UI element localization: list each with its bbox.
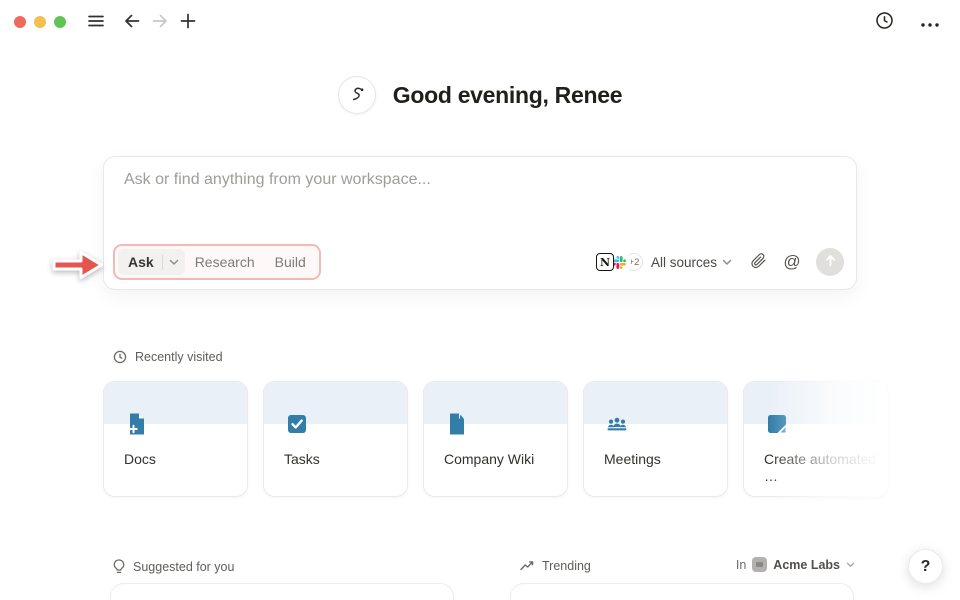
clock-icon <box>875 11 894 33</box>
trending-card[interactable] <box>510 583 854 600</box>
card-tasks[interactable]: Tasks <box>263 381 408 497</box>
card-create-automated[interactable]: Create automated … <box>743 381 888 497</box>
paperclip-icon <box>750 252 767 272</box>
notion-home-window: Good evening, Renee Ask Research Build <box>0 0 960 600</box>
workspace-scope-selector[interactable]: In Acme Labs <box>736 557 855 572</box>
plus-icon <box>178 11 198 34</box>
meeting-people-icon <box>604 411 630 437</box>
more-options-button[interactable] <box>916 8 944 36</box>
mode-ask-label: Ask <box>128 254 154 270</box>
sources-label: All sources <box>651 255 717 270</box>
submit-button[interactable] <box>816 248 844 276</box>
hamburger-icon <box>86 11 106 34</box>
suggested-title: Suggested for you <box>133 560 234 574</box>
minimize-window-button[interactable] <box>34 16 46 28</box>
new-tab-button[interactable] <box>174 8 202 36</box>
attach-file-button[interactable] <box>744 248 772 276</box>
search-toolbar: Ask Research Build N +2 <box>113 244 844 280</box>
task-check-icon <box>284 411 310 437</box>
scope-prefix: In <box>736 558 746 572</box>
suggested-header: Suggested for you <box>113 559 234 574</box>
workspace-name: Acme Labs <box>773 558 840 572</box>
titlebar <box>0 0 960 44</box>
workspace-logo-icon <box>752 557 767 572</box>
search-input-field[interactable] <box>124 171 836 189</box>
search-card: Ask Research Build N +2 <box>103 156 857 290</box>
arrow-right-icon <box>150 11 170 34</box>
card-label: Company Wiki <box>444 451 557 468</box>
clock-icon <box>113 350 127 364</box>
ellipsis-icon <box>921 15 939 30</box>
help-button[interactable]: ? <box>908 549 943 584</box>
card-label: Meetings <box>604 451 717 468</box>
card-label: Docs <box>124 451 237 468</box>
chevron-down-icon <box>169 259 179 266</box>
mode-switch: Ask Research Build <box>118 249 316 275</box>
arrow-up-icon <box>824 254 837 270</box>
chevron-down-icon <box>846 562 855 568</box>
greeting: Good evening, Renee <box>0 76 960 114</box>
traffic-lights <box>14 16 66 28</box>
mention-button[interactable]: @ <box>778 248 806 276</box>
trending-icon <box>520 561 534 571</box>
card-label: Tasks <box>284 451 397 468</box>
annotation-arrow <box>51 246 105 284</box>
page-icon <box>444 411 470 437</box>
card-label: Create automated … <box>764 451 877 485</box>
mode-research-button[interactable]: Research <box>185 249 265 275</box>
back-button[interactable] <box>118 8 146 36</box>
recently-visited-header: Recently visited <box>113 350 223 364</box>
forward-button[interactable] <box>146 8 174 36</box>
notion-face-icon <box>338 76 376 114</box>
card-docs[interactable]: Docs <box>103 381 248 497</box>
card-meetings[interactable]: Meetings <box>583 381 728 497</box>
doc-plus-icon <box>124 411 150 437</box>
sidebar-toggle-button[interactable] <box>82 8 110 36</box>
mode-divider <box>162 255 163 270</box>
toolbar-right: N +2 All sources @ <box>596 248 844 276</box>
mode-build-button[interactable]: Build <box>265 249 316 275</box>
history-button[interactable] <box>870 8 898 36</box>
arrow-left-icon <box>122 11 142 34</box>
notion-icon: N <box>596 253 614 271</box>
mode-ask-button[interactable]: Ask <box>118 249 185 275</box>
suggested-card[interactable] <box>110 583 454 600</box>
template-icon <box>764 411 790 437</box>
source-icons: N +2 <box>596 253 643 272</box>
at-sign-icon: @ <box>783 252 800 272</box>
greeting-title: Good evening, Renee <box>393 82 622 109</box>
recently-visited-title: Recently visited <box>135 350 223 364</box>
close-window-button[interactable] <box>14 16 26 28</box>
trending-header: Trending <box>520 559 591 573</box>
search-input[interactable] <box>124 171 836 189</box>
lightbulb-icon <box>113 559 125 574</box>
chevron-down-icon <box>722 259 732 266</box>
trending-title: Trending <box>542 559 591 573</box>
annotation-highlight-box: Ask Research Build <box>113 244 321 280</box>
recently-visited-cards: Docs Tasks Company Wiki Meetings <box>103 381 888 497</box>
sources-selector[interactable]: N +2 All sources <box>596 253 732 272</box>
zoom-window-button[interactable] <box>54 16 66 28</box>
card-company-wiki[interactable]: Company Wiki <box>423 381 568 497</box>
